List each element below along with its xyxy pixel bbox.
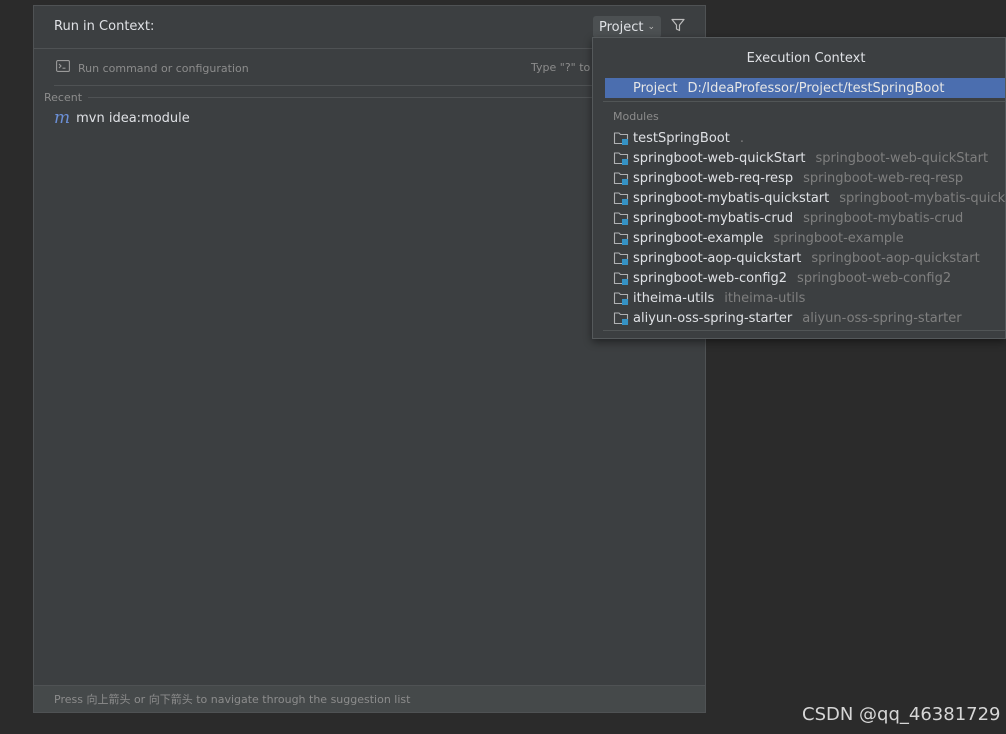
module-folder-icon (613, 192, 629, 205)
module-name: springboot-web-quickStart (633, 150, 806, 166)
module-folder-icon (613, 232, 629, 245)
project-option[interactable]: Project D:/IdeaProfessor/Project/testSpr… (605, 78, 1005, 98)
context-dropdown[interactable]: Project ⌄ (593, 16, 662, 38)
help-hint: Type "?" to (531, 61, 591, 74)
maven-icon: m (54, 108, 71, 128)
filter-icon[interactable] (671, 18, 685, 32)
chevron-down-icon: ⌄ (647, 22, 656, 32)
command-search-input[interactable] (78, 58, 408, 78)
module-path: . (739, 130, 744, 146)
terminal-icon (56, 60, 70, 72)
module-item[interactable]: springboot-aop-quickstart springboot-aop… (613, 248, 1005, 268)
module-folder-icon (613, 252, 629, 265)
module-item[interactable]: springboot-example springboot-example (613, 228, 1005, 248)
module-name: springboot-mybatis-quickstart (633, 190, 830, 206)
module-path: springboot-aop-quickstart (811, 250, 980, 266)
module-item[interactable]: springboot-web-quickStart springboot-web… (613, 148, 1005, 168)
module-item[interactable]: springboot-mybatis-crud springboot-mybat… (613, 208, 1005, 228)
project-option-path: D:/IdeaProfessor/Project/testSpringBoot (687, 80, 945, 96)
module-folder-icon (613, 292, 629, 305)
module-list: testSpringBoot . springboot-web-quickSta… (613, 128, 1006, 328)
module-path: itheima-utils (724, 290, 806, 306)
module-folder-icon (613, 212, 629, 225)
popup-separator (603, 101, 1005, 102)
module-folder-icon (613, 152, 629, 165)
modules-section-label: Modules (613, 110, 659, 123)
module-folder-icon (613, 172, 629, 185)
module-item[interactable]: testSpringBoot . (613, 128, 1005, 148)
recent-section-label: Recent (44, 91, 83, 104)
module-name: springboot-web-config2 (633, 270, 788, 286)
module-name: springboot-mybatis-crud (633, 210, 794, 226)
module-path: springboot-mybatis-crud (803, 210, 964, 226)
module-name: itheima-utils (633, 290, 715, 306)
module-path: aliyun-oss-spring-starter (802, 310, 962, 326)
recent-item[interactable]: m mvn idea:module (54, 108, 190, 128)
execution-context-popup: Execution Context Project D:/IdeaProfess… (592, 37, 1006, 339)
module-name: springboot-aop-quickstart (633, 250, 802, 266)
module-item[interactable]: springboot-web-config2 springboot-web-co… (613, 268, 1005, 288)
popup-title: Execution Context (746, 51, 866, 66)
module-name: springboot-web-req-resp (633, 170, 794, 186)
module-folder-icon (613, 132, 629, 145)
module-folder-icon (613, 312, 629, 325)
footer-text: Press 向上箭头 or 向下箭头 to navigate through t… (54, 693, 411, 706)
recent-item-label: mvn idea:module (76, 110, 190, 126)
module-item[interactable]: springboot-web-req-resp springboot-web-r… (613, 168, 1005, 188)
context-dropdown-value: Project (599, 19, 644, 35)
module-path: springboot-mybatis-quickst (839, 190, 1006, 206)
popup-bottom-separator (603, 330, 1005, 331)
module-name: testSpringBoot (633, 130, 730, 146)
footer-hint: Press 向上箭头 or 向下箭头 to navigate through t… (34, 685, 705, 712)
module-path: springboot-web-quickStart (815, 150, 989, 166)
module-item[interactable]: itheima-utils itheima-utils (613, 288, 1005, 308)
project-option-label: Project (633, 80, 678, 96)
module-path: springboot-example (773, 230, 904, 246)
module-path: springboot-web-config2 (797, 270, 952, 286)
module-folder-icon (613, 272, 629, 285)
module-name: springboot-example (633, 230, 764, 246)
module-path: springboot-web-req-resp (803, 170, 964, 186)
module-item[interactable]: aliyun-oss-spring-starter aliyun-oss-spr… (613, 308, 1005, 328)
panel-title: Run in Context: (54, 19, 155, 34)
watermark: CSDN @qq_46381729 (802, 704, 1001, 725)
module-name: aliyun-oss-spring-starter (633, 310, 793, 326)
module-item[interactable]: springboot-mybatis-quickstart springboot… (613, 188, 1006, 208)
